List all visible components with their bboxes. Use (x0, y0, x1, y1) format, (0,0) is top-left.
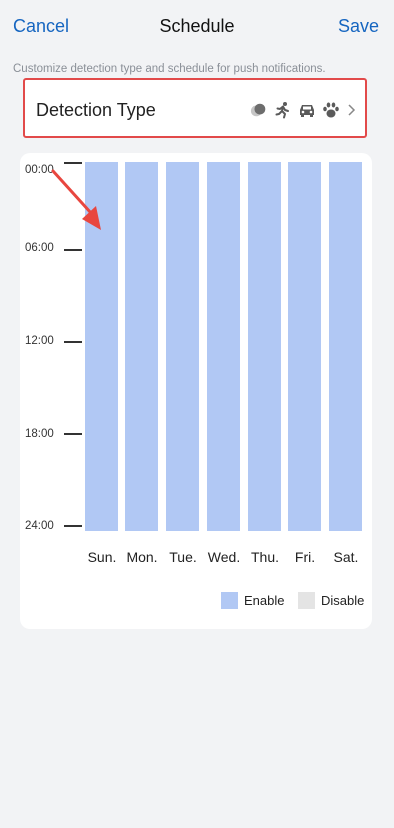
enable-swatch (221, 591, 238, 609)
person-icon (274, 101, 292, 119)
disable-swatch (298, 591, 315, 609)
schedule-bar-sun[interactable] (85, 162, 118, 531)
detection-type-row[interactable]: Detection Type (23, 78, 367, 138)
chevron-right-icon (346, 101, 356, 119)
tick-mark (64, 341, 82, 343)
day-label-sat: Sat. (333, 549, 359, 565)
time-label-18: 18:00 (25, 428, 54, 440)
day-label-thu: Thu. (250, 549, 279, 565)
tick-mark (64, 525, 82, 527)
nav-bar: Cancel Schedule Save (0, 0, 394, 56)
legend-disable: Disable (298, 591, 364, 609)
tick-mark (64, 249, 82, 251)
schedule-bar-thu[interactable] (248, 162, 281, 531)
schedule-card: 00:00 06:00 12:00 18:00 24:00 Sun. Mon. … (20, 153, 372, 629)
time-label-24: 24:00 (25, 520, 54, 532)
save-button[interactable]: Save (338, 16, 379, 37)
day-label-fri: Fri. (294, 549, 316, 565)
tick-mark (64, 162, 82, 164)
pet-icon (322, 101, 340, 119)
schedule-bar-tue[interactable] (166, 162, 199, 531)
schedule-bar-fri[interactable] (288, 162, 321, 531)
legend-enable: Enable (221, 591, 284, 609)
description-text: Customize detection type and schedule fo… (13, 63, 326, 75)
motion-icon (250, 101, 268, 119)
detection-type-label: Detection Type (36, 100, 156, 120)
day-label-wed: Wed. (207, 549, 241, 565)
schedule-bar-sat[interactable] (329, 162, 362, 531)
time-label-06: 06:00 (25, 242, 54, 254)
time-label-12: 12:00 (25, 335, 54, 347)
page-title: Schedule (159, 16, 235, 36)
vehicle-icon (298, 101, 316, 119)
day-label-sun: Sun. (87, 549, 117, 565)
day-label-tue: Tue. (169, 549, 197, 565)
day-label-mon: Mon. (126, 549, 158, 565)
schedule-bar-mon[interactable] (125, 162, 158, 531)
schedule-bar-wed[interactable] (207, 162, 240, 531)
tick-mark (64, 433, 82, 435)
detection-icons (250, 100, 356, 120)
disable-label: Disable (321, 592, 365, 608)
enable-label: Enable (244, 592, 285, 608)
time-label-00: 00:00 (25, 164, 54, 176)
